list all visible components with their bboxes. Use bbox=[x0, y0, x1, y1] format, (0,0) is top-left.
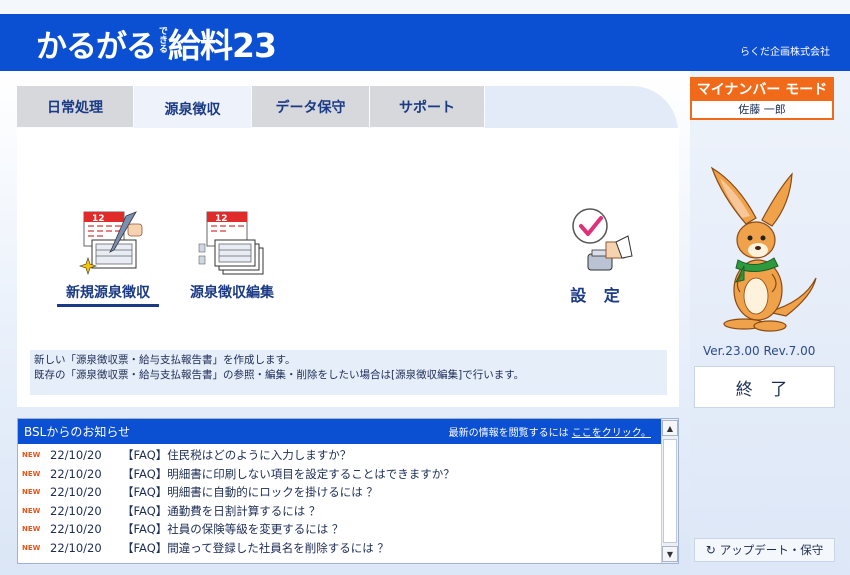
tab-daily[interactable]: 日常処理 bbox=[17, 86, 133, 127]
news-text: 【FAQ】明細書に印刷しない項目を設定することはできますか？ bbox=[122, 466, 455, 481]
description-line-2: 既存の「源泉徴収票・給与支払報告書」の参照・編集・削除をしたい場合は[源泉徴収編… bbox=[34, 369, 525, 381]
news-panel: BSLからのお知らせ 最新の情報を閲覧するには ここをクリック。 NEW 22/… bbox=[17, 418, 679, 564]
app-header: かるがる できる 給料23 らくだ企画株式会社 bbox=[0, 14, 850, 71]
edit-withholding-button[interactable]: 12 源泉徴収編集 bbox=[180, 210, 284, 302]
description-line-1: 新しい「源泉徴収票・給与支払報告書」を作成します。 bbox=[34, 354, 296, 366]
new-badge: NEW bbox=[22, 506, 41, 515]
version-text: Ver.23.00 Rev.7.00 bbox=[703, 344, 816, 358]
news-date: 22/10/20 bbox=[50, 485, 102, 500]
app-logo: かるがる できる 給料23 bbox=[36, 20, 277, 66]
news-date: 22/10/20 bbox=[50, 522, 102, 537]
tab-data-maintenance[interactable]: データ保守 bbox=[252, 86, 369, 127]
company-name: らくだ企画株式会社 bbox=[740, 47, 830, 58]
news-latest-link[interactable]: ここをクリック。 bbox=[572, 428, 651, 439]
tab-support[interactable]: サポート bbox=[370, 86, 484, 127]
news-item[interactable]: NEW 22/10/20 【FAQ】明細書に印刷しない項目を設定することはできま… bbox=[18, 465, 678, 484]
news-text: 【FAQ】通勤費を日割計算するには ？ bbox=[122, 503, 321, 518]
news-scrollbar[interactable]: ▲ ▼ bbox=[661, 419, 678, 563]
check-stamp-icon bbox=[572, 208, 633, 271]
new-badge: NEW bbox=[22, 543, 41, 552]
calendar-documents-icon: 12 bbox=[198, 211, 264, 275]
news-date: 22/10/20 bbox=[50, 448, 102, 463]
new-withholding-button[interactable]: 12 新規源泉徴収 bbox=[57, 210, 159, 307]
logo-product: 給料23 bbox=[168, 26, 277, 65]
news-item[interactable]: NEW 22/10/20 【FAQ】明細書に自動的にロックを掛けるには ？ bbox=[18, 483, 678, 502]
tab-withholding[interactable]: 源泉徴収 bbox=[134, 86, 251, 132]
news-list: NEW 22/10/20 【FAQ】住民税はどのように入力しますか？ NEW 2… bbox=[18, 444, 678, 557]
new-badge: NEW bbox=[22, 488, 41, 497]
update-maintenance-button[interactable]: ↻ アップデート・保守 bbox=[694, 538, 835, 562]
news-header: BSLからのお知らせ 最新の情報を閲覧するには ここをクリック。 bbox=[18, 419, 661, 444]
tabbar-decoration bbox=[485, 86, 678, 132]
news-note: 最新の情報を閲覧するには ここをクリック。 bbox=[449, 424, 651, 439]
news-note-text: 最新の情報を閲覧するには bbox=[448, 428, 572, 439]
new-badge: NEW bbox=[22, 525, 41, 534]
kangaroo-mascot-icon bbox=[710, 166, 817, 332]
scroll-thumb[interactable] bbox=[663, 439, 677, 543]
settings-label: 設 定 bbox=[570, 286, 626, 305]
news-date: 22/10/20 bbox=[50, 503, 102, 518]
top-strip bbox=[0, 0, 850, 14]
update-maintenance-label: アップデート・保守 bbox=[719, 543, 824, 557]
news-title: BSLからのお知らせ bbox=[24, 425, 131, 439]
mynumber-mode-badge[interactable]: マイナンバー モード 佐藤 一郎 bbox=[690, 77, 834, 120]
svg-text:12: 12 bbox=[215, 214, 228, 224]
new-badge: NEW bbox=[22, 469, 41, 478]
news-item[interactable]: NEW 22/10/20 【FAQ】社員の保険等級を変更するには ？ bbox=[18, 520, 678, 539]
exit-button[interactable]: 終 了 bbox=[694, 366, 835, 408]
news-item[interactable]: NEW 22/10/20 【FAQ】間違って登録した社員名を削除するには ？ bbox=[18, 539, 678, 558]
logo-main: かるがる bbox=[36, 28, 157, 65]
new-withholding-label: 新規源泉徴収 bbox=[57, 282, 159, 307]
refresh-icon: ↻ bbox=[705, 543, 716, 557]
logo-small: できる bbox=[157, 26, 167, 53]
description-box: 新しい「源泉徴収票・給与支払報告書」を作成します。 既存の「源泉徴収票・給与支払… bbox=[30, 350, 667, 395]
news-item[interactable]: NEW 22/10/20 【FAQ】通勤費を日割計算するには ？ bbox=[18, 502, 678, 521]
calendar-pen-icon: 12 bbox=[79, 211, 143, 275]
news-text: 【FAQ】明細書に自動的にロックを掛けるには ？ bbox=[122, 485, 378, 500]
tab-bar: 日常処理 源泉徴収 データ保守 サポート bbox=[17, 86, 485, 132]
news-text: 【FAQ】間違って登録した社員名を削除するには ？ bbox=[122, 540, 389, 555]
new-badge: NEW bbox=[22, 451, 41, 460]
news-item[interactable]: NEW 22/10/20 【FAQ】住民税はどのように入力しますか？ bbox=[18, 446, 678, 465]
settings-button[interactable]: 設 定 bbox=[557, 206, 639, 306]
scroll-down-icon[interactable]: ▼ bbox=[662, 546, 678, 562]
news-date: 22/10/20 bbox=[50, 540, 102, 555]
news-text: 【FAQ】住民税はどのように入力しますか？ bbox=[122, 448, 352, 463]
news-date: 22/10/20 bbox=[50, 466, 102, 481]
svg-text:12: 12 bbox=[92, 214, 105, 224]
mynumber-mode-label: マイナンバー モード bbox=[692, 79, 832, 101]
mynumber-user-name: 佐藤 一郎 bbox=[738, 103, 786, 116]
news-text: 【FAQ】社員の保険等級を変更するには ？ bbox=[122, 522, 344, 537]
scroll-up-icon[interactable]: ▲ bbox=[662, 420, 678, 436]
edit-withholding-label: 源泉徴収編集 bbox=[190, 285, 274, 301]
